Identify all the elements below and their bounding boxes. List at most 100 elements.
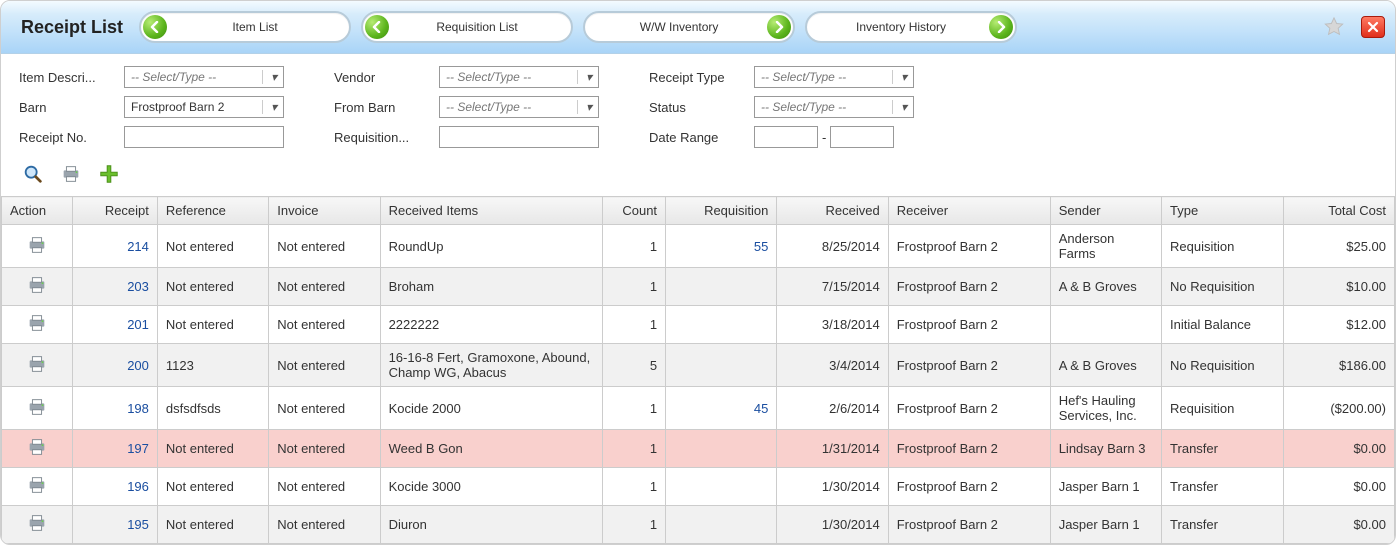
cell-received: 1/31/2014 [777, 430, 888, 468]
receipt-no-input[interactable] [124, 126, 284, 148]
cell-reference: Not entered [157, 506, 268, 544]
receipt-link[interactable]: 196 [127, 479, 149, 494]
status-select[interactable]: -- Select/Type --▾ [754, 96, 914, 118]
cell-items: Weed B Gon [380, 430, 603, 468]
nav-label: Inventory History [856, 20, 946, 34]
cell-receiver: Frostproof Barn 2 [888, 506, 1050, 544]
col-total-cost[interactable]: Total Cost [1283, 197, 1394, 225]
label-receipt-no: Receipt No. [19, 130, 114, 145]
favorite-icon[interactable] [1323, 16, 1345, 38]
cell-received: 3/18/2014 [777, 306, 888, 344]
nav-ww-inventory[interactable]: W/W Inventory [583, 11, 795, 43]
arrow-left-icon [365, 15, 389, 39]
cell-receiver: Frostproof Barn 2 [888, 430, 1050, 468]
col-reference[interactable]: Reference [157, 197, 268, 225]
vendor-select[interactable]: -- Select/Type --▾ [439, 66, 599, 88]
row-print-button[interactable] [26, 244, 48, 259]
table-row: 197Not enteredNot enteredWeed B Gon11/31… [2, 430, 1395, 468]
cell-cost: $10.00 [1283, 268, 1394, 306]
arrow-right-icon [767, 15, 791, 39]
table-row: 214Not enteredNot enteredRoundUp1558/25/… [2, 225, 1395, 268]
cell-type: Transfer [1162, 468, 1283, 506]
close-button[interactable] [1361, 16, 1385, 38]
add-button[interactable] [95, 160, 123, 188]
receipt-table: Action Receipt Reference Invoice Receive… [1, 196, 1395, 544]
receipt-type-select[interactable]: -- Select/Type --▾ [754, 66, 914, 88]
table-header-row: Action Receipt Reference Invoice Receive… [2, 197, 1395, 225]
cell-received: 1/30/2014 [777, 468, 888, 506]
row-print-button[interactable] [26, 322, 48, 337]
cell-receiver: Frostproof Barn 2 [888, 268, 1050, 306]
label-status: Status [649, 100, 744, 115]
cell-receiver: Frostproof Barn 2 [888, 387, 1050, 430]
receipt-link[interactable]: 197 [127, 441, 149, 456]
print-button[interactable] [57, 160, 85, 188]
date-to-input[interactable] [830, 126, 894, 148]
col-received[interactable]: Received [777, 197, 888, 225]
cell-type: Requisition [1162, 225, 1283, 268]
row-print-button[interactable] [26, 284, 48, 299]
cell-reference: Not entered [157, 225, 268, 268]
receipt-link[interactable]: 198 [127, 401, 149, 416]
cell-cost: ($200.00) [1283, 387, 1394, 430]
cell-reference: Not entered [157, 306, 268, 344]
cell-sender: Anderson Farms [1050, 225, 1161, 268]
from-barn-select[interactable]: -- Select/Type --▾ [439, 96, 599, 118]
col-sender[interactable]: Sender [1050, 197, 1161, 225]
cell-cost: $186.00 [1283, 344, 1394, 387]
nav-requisition-list[interactable]: Requisition List [361, 11, 573, 43]
cell-type: Initial Balance [1162, 306, 1283, 344]
requisition-input[interactable] [439, 126, 599, 148]
receipt-link[interactable]: 200 [127, 358, 149, 373]
nav-label: W/W Inventory [640, 20, 719, 34]
col-action[interactable]: Action [2, 197, 73, 225]
col-receipt[interactable]: Receipt [72, 197, 157, 225]
search-button[interactable] [19, 160, 47, 188]
col-requisition[interactable]: Requisition [666, 197, 777, 225]
toolbar [1, 156, 1395, 196]
cell-sender: A & B Groves [1050, 268, 1161, 306]
col-type[interactable]: Type [1162, 197, 1283, 225]
receipt-link[interactable]: 195 [127, 517, 149, 532]
nav-inventory-history[interactable]: Inventory History [805, 11, 1017, 43]
cell-type: No Requisition [1162, 268, 1283, 306]
cell-received: 8/25/2014 [777, 225, 888, 268]
cell-receiver: Frostproof Barn 2 [888, 344, 1050, 387]
date-from-input[interactable] [754, 126, 818, 148]
col-count[interactable]: Count [603, 197, 666, 225]
cell-reference: 1123 [157, 344, 268, 387]
cell-sender: Jasper Barn 1 [1050, 506, 1161, 544]
receipt-link[interactable]: 203 [127, 279, 149, 294]
select-placeholder: -- Select/Type -- [131, 70, 216, 84]
header: Receipt List Item List Requisition List … [1, 1, 1395, 54]
table-row: 203Not enteredNot enteredBroham17/15/201… [2, 268, 1395, 306]
select-placeholder: -- Select/Type -- [761, 100, 846, 114]
receipt-link[interactable]: 201 [127, 317, 149, 332]
nav-label: Item List [232, 20, 277, 34]
cell-cost: $0.00 [1283, 468, 1394, 506]
barn-select[interactable]: Frostproof Barn 2▾ [124, 96, 284, 118]
cell-invoice: Not entered [269, 306, 380, 344]
cell-receiver: Frostproof Barn 2 [888, 306, 1050, 344]
label-requisition: Requisition... [334, 130, 429, 145]
table-row: 195Not enteredNot enteredDiuron11/30/201… [2, 506, 1395, 544]
requisition-link[interactable]: 45 [754, 401, 768, 416]
nav-item-list[interactable]: Item List [139, 11, 351, 43]
requisition-link[interactable]: 55 [754, 239, 768, 254]
cell-invoice: Not entered [269, 387, 380, 430]
row-print-button[interactable] [26, 522, 48, 537]
row-print-button[interactable] [26, 484, 48, 499]
table-row: 201Not enteredNot entered222222213/18/20… [2, 306, 1395, 344]
cell-invoice: Not entered [269, 344, 380, 387]
cell-invoice: Not entered [269, 506, 380, 544]
receipt-link[interactable]: 214 [127, 239, 149, 254]
row-print-button[interactable] [26, 446, 48, 461]
row-print-button[interactable] [26, 406, 48, 421]
col-invoice[interactable]: Invoice [269, 197, 380, 225]
row-print-button[interactable] [26, 363, 48, 378]
col-items[interactable]: Received Items [380, 197, 603, 225]
item-description-select[interactable]: -- Select/Type --▾ [124, 66, 284, 88]
cell-received: 1/30/2014 [777, 506, 888, 544]
table-row: 198dsfsdfsdsNot enteredKocide 20001452/6… [2, 387, 1395, 430]
col-receiver[interactable]: Receiver [888, 197, 1050, 225]
